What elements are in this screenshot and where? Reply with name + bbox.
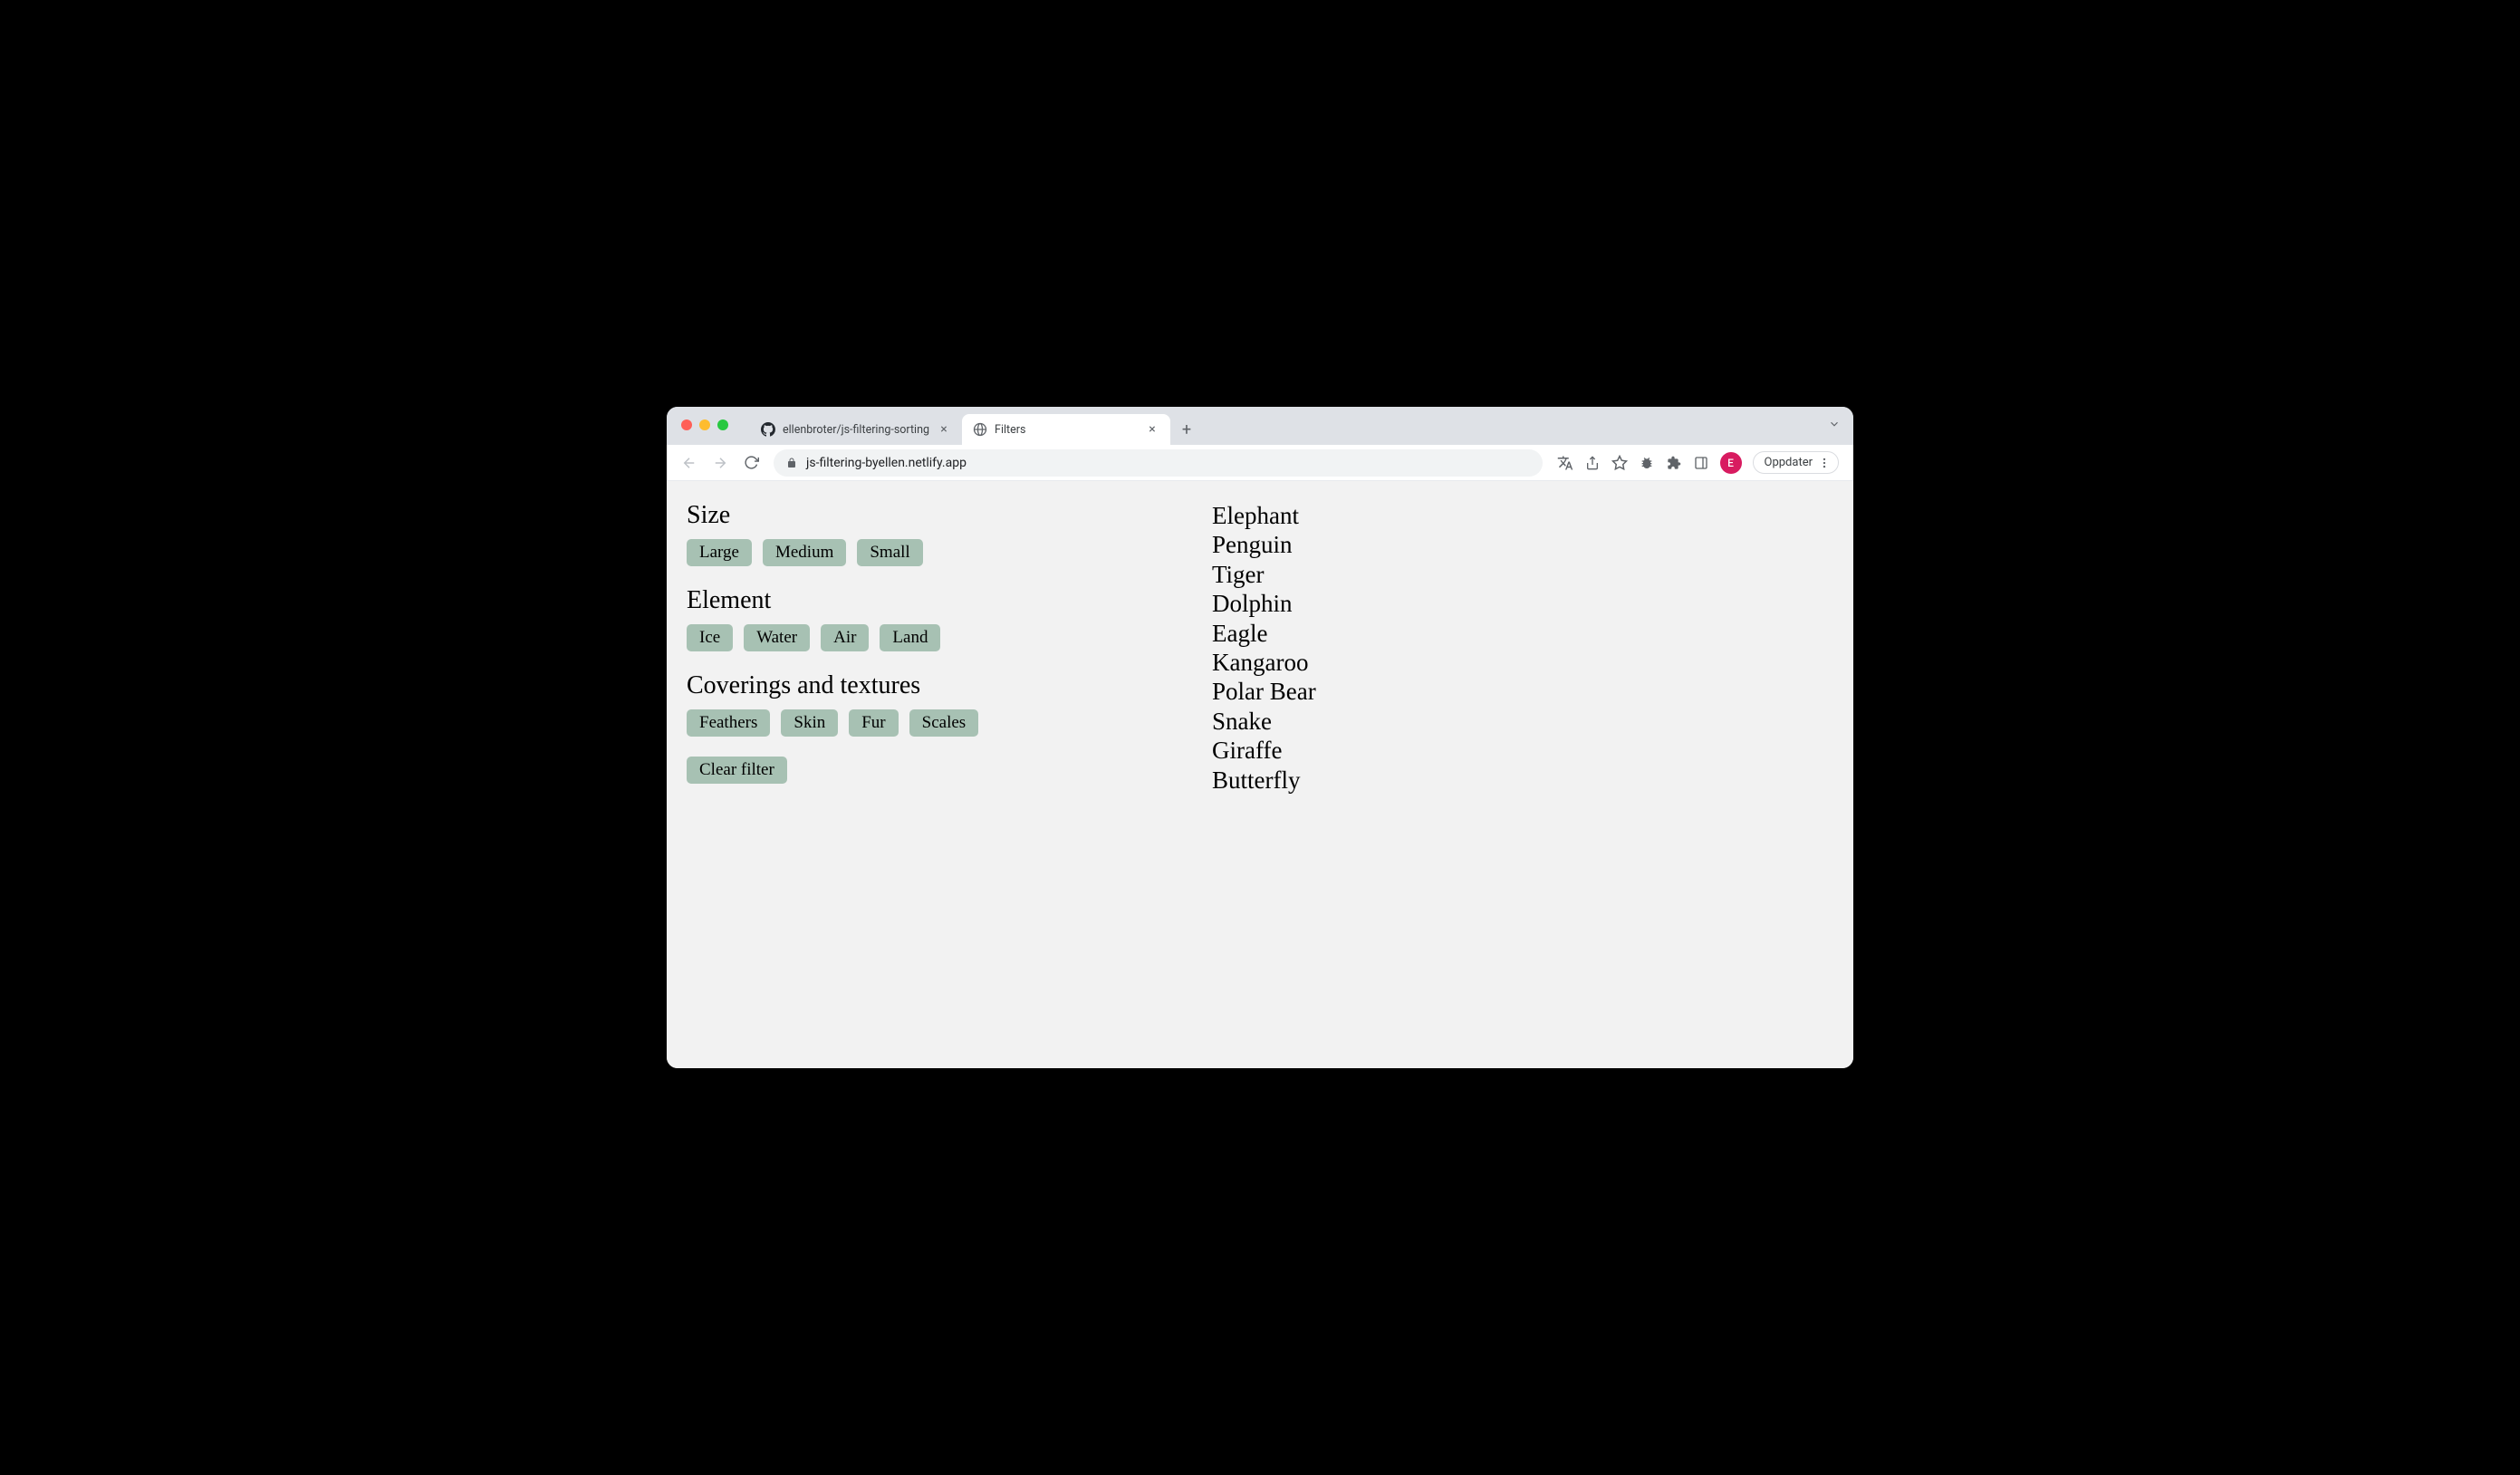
filter-group-coverings: Coverings and textures Feathers Skin Fur…: [687, 671, 1194, 737]
result-item: Polar Bear: [1212, 677, 1833, 706]
result-item: Snake: [1212, 707, 1833, 736]
tab-title: ellenbroter/js-filtering-sorting: [783, 423, 929, 437]
clear-filter-button[interactable]: Clear filter: [687, 757, 787, 784]
filter-option-feathers[interactable]: Feathers: [687, 709, 770, 737]
tab-filters[interactable]: Filters ×: [962, 414, 1170, 445]
clear-filter-row: Clear filter: [687, 757, 1194, 784]
minimize-window-button[interactable]: [699, 419, 710, 430]
extensions-icon[interactable]: [1666, 455, 1682, 471]
filter-options: Feathers Skin Fur Scales: [687, 709, 1194, 737]
close-window-button[interactable]: [681, 419, 692, 430]
result-item: Giraffe: [1212, 736, 1833, 765]
maximize-window-button[interactable]: [717, 419, 728, 430]
window-controls: [681, 419, 728, 430]
close-tab-button[interactable]: ×: [1145, 422, 1159, 437]
filter-group-size: Size Large Medium Small: [687, 501, 1194, 566]
filter-option-air[interactable]: Air: [821, 624, 869, 651]
result-item: Kangaroo: [1212, 648, 1833, 677]
update-label: Oppdater: [1765, 456, 1813, 469]
new-tab-button[interactable]: +: [1174, 417, 1199, 442]
tab-bar: ellenbroter/js-filtering-sorting × Filte…: [667, 407, 1853, 445]
lock-icon: [786, 458, 797, 468]
back-button[interactable]: [676, 449, 703, 477]
profile-avatar[interactable]: E: [1720, 452, 1742, 474]
toolbar: js-filtering-byellen.netlify.app E: [667, 445, 1853, 481]
filter-option-fur[interactable]: Fur: [849, 709, 898, 737]
result-item: Penguin: [1212, 530, 1833, 559]
avatar-letter: E: [1727, 457, 1734, 469]
tab-github[interactable]: ellenbroter/js-filtering-sorting ×: [750, 414, 962, 445]
close-tab-button[interactable]: ×: [937, 422, 951, 437]
filter-option-skin[interactable]: Skin: [781, 709, 838, 737]
browser-window: ellenbroter/js-filtering-sorting × Filte…: [667, 407, 1853, 1068]
filter-option-ice[interactable]: Ice: [687, 624, 733, 651]
result-item: Tiger: [1212, 560, 1833, 589]
filter-heading: Size: [687, 501, 1194, 530]
extension-bug-icon[interactable]: [1639, 455, 1655, 471]
translate-icon[interactable]: [1557, 455, 1573, 471]
filters-column: Size Large Medium Small Element Ice Wate…: [687, 501, 1194, 1048]
filter-heading: Coverings and textures: [687, 671, 1194, 700]
filter-option-land[interactable]: Land: [880, 624, 940, 651]
filter-options: Ice Water Air Land: [687, 624, 1194, 651]
filter-option-large[interactable]: Large: [687, 539, 752, 566]
tab-title: Filters: [995, 423, 1138, 437]
tab-overflow-button[interactable]: [1828, 418, 1841, 430]
filter-heading: Element: [687, 586, 1194, 615]
address-bar[interactable]: js-filtering-byellen.netlify.app: [774, 449, 1543, 477]
result-item: Dolphin: [1212, 589, 1833, 618]
page-content: Size Large Medium Small Element Ice Wate…: [667, 481, 1853, 1068]
panel-icon[interactable]: [1693, 455, 1709, 471]
reload-button[interactable]: [737, 449, 765, 477]
result-item: Elephant: [1212, 501, 1833, 530]
results-column: Elephant Penguin Tiger Dolphin Eagle Kan…: [1212, 501, 1833, 1048]
result-item: Eagle: [1212, 619, 1833, 648]
filter-option-small[interactable]: Small: [857, 539, 922, 566]
result-item: Butterfly: [1212, 766, 1833, 795]
filter-option-water[interactable]: Water: [744, 624, 810, 651]
url-text: js-filtering-byellen.netlify.app: [806, 456, 967, 470]
filter-option-medium[interactable]: Medium: [763, 539, 846, 566]
tabs-container: ellenbroter/js-filtering-sorting × Filte…: [750, 407, 1199, 445]
filter-options: Large Medium Small: [687, 539, 1194, 566]
bookmark-icon[interactable]: [1611, 455, 1628, 471]
filter-option-scales[interactable]: Scales: [909, 709, 979, 737]
globe-icon: [973, 422, 987, 437]
forward-button[interactable]: [707, 449, 734, 477]
share-icon[interactable]: [1584, 455, 1601, 471]
update-button[interactable]: Oppdater: [1753, 451, 1840, 474]
filter-group-element: Element Ice Water Air Land: [687, 586, 1194, 651]
github-icon: [761, 422, 775, 437]
toolbar-actions: E Oppdater: [1552, 451, 1845, 474]
